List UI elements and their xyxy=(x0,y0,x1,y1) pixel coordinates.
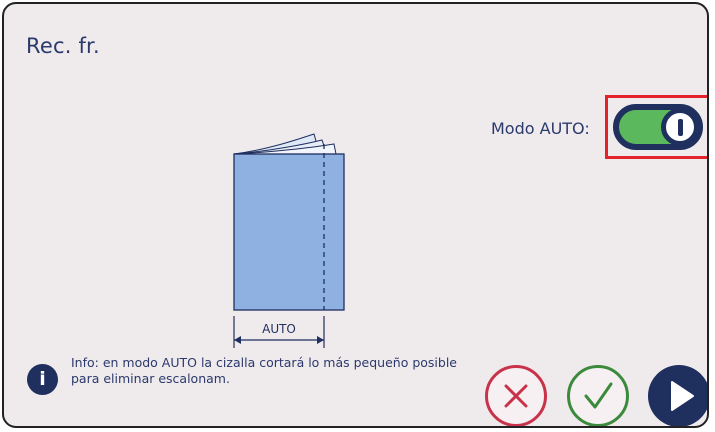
dimension-arrow-left xyxy=(234,336,241,344)
toggle-knob[interactable] xyxy=(661,108,699,146)
booklet-body xyxy=(233,153,345,311)
next-button[interactable] xyxy=(648,365,707,426)
auto-mode-toggle[interactable] xyxy=(613,104,703,150)
booklet-diagram: AUTO xyxy=(233,133,345,348)
dimension-arrow-right xyxy=(317,336,324,344)
auto-mode-label: Modo AUTO: xyxy=(491,119,590,138)
page-title: Rec. fr. xyxy=(26,34,100,58)
play-icon xyxy=(671,381,694,411)
auto-mode-toggle-highlight[interactable] xyxy=(605,95,707,159)
check-icon xyxy=(584,382,613,409)
main-panel: Rec. fr. Modo AUTO: AUTO i Info: en modo… xyxy=(2,2,709,428)
info-icon: i xyxy=(27,364,58,395)
dimension-label: AUTO xyxy=(262,322,296,336)
x-icon xyxy=(504,384,528,408)
confirm-button[interactable] xyxy=(567,365,629,426)
info-text: Info: en modo AUTO la cizalla cortará lo… xyxy=(71,355,457,386)
cancel-button[interactable] xyxy=(485,365,547,426)
